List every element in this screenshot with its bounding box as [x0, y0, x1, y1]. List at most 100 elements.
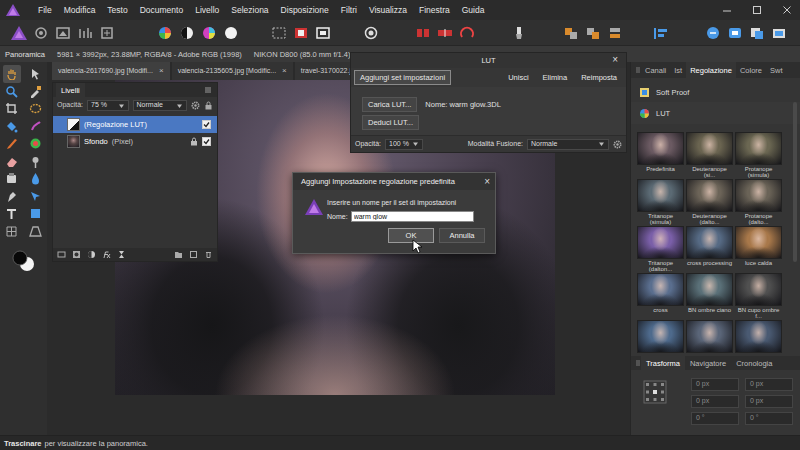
preset-thumbnail[interactable]: luce calda — [735, 226, 782, 272]
tool-button[interactable] — [3, 205, 21, 223]
gear-icon[interactable] — [613, 140, 622, 149]
share-icon[interactable] — [770, 25, 788, 41]
preset-button[interactable]: Unisci — [502, 70, 534, 85]
rotate-icon[interactable] — [458, 25, 476, 41]
hsl-icon[interactable] — [200, 25, 218, 41]
tool-button[interactable] — [27, 83, 45, 101]
brush-icon[interactable] — [510, 25, 528, 41]
view-icon[interactable] — [748, 25, 766, 41]
maximize-icon[interactable] — [752, 5, 762, 15]
assistant-icon[interactable] — [726, 25, 744, 41]
arrange-front-icon[interactable] — [584, 25, 602, 41]
menu-item[interactable]: Documento — [134, 5, 189, 15]
gear-icon[interactable] — [191, 101, 200, 110]
close-window-icon[interactable] — [782, 5, 792, 15]
fx-icon[interactable] — [102, 250, 111, 259]
tool-button[interactable] — [27, 223, 45, 241]
transform-field[interactable]: 0 ° — [745, 412, 793, 425]
tool-button[interactable] — [3, 65, 21, 83]
folder-icon[interactable] — [174, 250, 183, 259]
tool-button[interactable] — [27, 135, 45, 153]
transform-tab[interactable]: Navigatore — [685, 356, 731, 370]
invert-selection-icon[interactable] — [314, 25, 332, 41]
menu-item[interactable]: Modifica — [58, 5, 102, 15]
menu-item[interactable]: Livello — [189, 5, 225, 15]
menu-item[interactable]: Seleziona — [225, 5, 274, 15]
preset-button[interactable]: Aggiungi set impostazioni — [354, 70, 451, 85]
menu-item[interactable]: Guida — [456, 5, 491, 15]
infer-lut-button[interactable]: Deduci LUT... — [362, 115, 419, 130]
snapping-icon[interactable] — [704, 25, 722, 41]
dropdown-arrow-icon[interactable] — [118, 103, 125, 109]
preset-thumbnail[interactable]: BN ombre ciano — [686, 273, 733, 319]
transform-field[interactable]: 0 px — [745, 395, 793, 408]
anchor-icon[interactable] — [643, 380, 667, 404]
transform-tab[interactable]: Trasforma — [641, 356, 685, 370]
minimize-icon[interactable] — [722, 5, 732, 15]
mask-layer-icon[interactable] — [72, 250, 81, 259]
document-tab[interactable]: valencia-2617690.jpg [Modifi...× — [52, 62, 170, 80]
layer-row[interactable]: (Regolazione LUT) — [53, 116, 217, 133]
hourglass-icon[interactable] — [117, 250, 126, 259]
persona-develop-icon[interactable] — [54, 25, 72, 41]
studio-tab[interactable]: Swt — [766, 62, 787, 78]
opacity-field[interactable]: 100 % — [385, 139, 423, 150]
tool-button[interactable] — [27, 100, 45, 118]
tool-button[interactable] — [3, 153, 21, 171]
tab-close-button[interactable]: × — [282, 66, 287, 76]
preset-button[interactable]: Reimposta — [575, 70, 623, 85]
color-swatch-icon[interactable] — [11, 250, 37, 272]
menu-item[interactable]: Testo — [101, 5, 133, 15]
document-tab[interactable]: valencia-2135605.jpg [Modific...× — [172, 62, 293, 80]
preset-thumbnail[interactable]: Protanope (simula) — [735, 132, 782, 178]
levels-icon[interactable] — [178, 25, 196, 41]
tool-button[interactable] — [27, 65, 45, 83]
studio-tab[interactable]: Ist — [670, 62, 686, 78]
transform-field[interactable]: 0 px — [691, 378, 739, 391]
layer-row[interactable]: Sfondo(Pixel) — [53, 133, 217, 150]
trash-icon[interactable] — [204, 250, 213, 259]
transform-field[interactable]: 0 px — [745, 378, 793, 391]
select-red-icon[interactable] — [292, 25, 310, 41]
menu-item[interactable]: File — [32, 5, 58, 15]
arrange-back-icon[interactable] — [562, 25, 580, 41]
preset-button[interactable]: Elimina — [537, 70, 574, 85]
tool-button[interactable] — [3, 83, 21, 101]
adjustment-layer-icon[interactable] — [87, 250, 96, 259]
persona-liquify-icon[interactable] — [32, 25, 50, 41]
grid-icon[interactable] — [414, 25, 432, 41]
name-input[interactable] — [351, 211, 474, 222]
select-all-icon[interactable] — [270, 25, 288, 41]
opacity-field[interactable]: 75 % — [87, 100, 128, 111]
menu-item[interactable]: Finestra — [413, 5, 456, 15]
ok-button[interactable]: OK — [388, 228, 434, 243]
preset-thumbnail[interactable] — [637, 320, 684, 356]
preset-thumbnail[interactable]: Predefinita — [637, 132, 684, 178]
dropdown-arrow-icon[interactable] — [412, 141, 419, 147]
tool-button[interactable] — [27, 170, 45, 188]
white-balance-icon[interactable] — [222, 25, 240, 41]
flip-icon[interactable] — [436, 25, 454, 41]
persona-export-icon[interactable] — [98, 25, 116, 41]
visibility-checkbox[interactable] — [202, 120, 211, 129]
layer-options-icon[interactable] — [57, 250, 66, 259]
adjustment-item[interactable]: LUT — [631, 102, 800, 124]
preset-thumbnail[interactable]: cross — [637, 273, 684, 319]
tool-button[interactable] — [3, 100, 21, 118]
preset-thumbnail[interactable]: Deuteranope (dalto... — [686, 179, 733, 225]
preset-thumbnail[interactable]: BN cupo ombre f... — [735, 273, 782, 319]
arrange-icon[interactable] — [606, 25, 624, 41]
new-layer-icon[interactable] — [189, 250, 198, 259]
visibility-checkbox[interactable] — [202, 137, 211, 146]
preset-thumbnail[interactable] — [686, 320, 733, 356]
mask-icon[interactable] — [362, 25, 380, 41]
persona-tonemap-icon[interactable] — [76, 25, 94, 41]
preset-thumbnail[interactable]: Protanope (dalto... — [735, 179, 782, 225]
preset-thumbnail[interactable]: Deuteranope (si... — [686, 132, 733, 178]
transform-field[interactable]: 0 px — [691, 395, 739, 408]
lock-toggle-icon[interactable] — [204, 101, 213, 110]
blend-mode-dropdown[interactable]: Normale — [527, 139, 609, 150]
lut-close-button[interactable]: × — [612, 54, 618, 66]
dialog-close-button[interactable]: × — [484, 176, 490, 188]
tool-button[interactable] — [27, 205, 45, 223]
